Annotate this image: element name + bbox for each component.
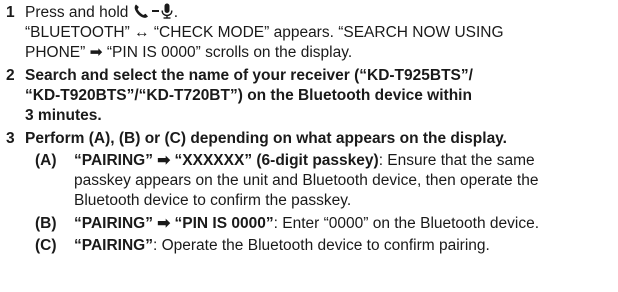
instruction-document: 1 Press and hold . “BLUETOOTH” ↔ “CHECK … (0, 0, 618, 292)
step-number: 3 (6, 130, 15, 147)
substep-text: : Ensure that the same (378, 152, 535, 169)
step-line: “BLUETOOTH” ↔ “CHECK MODE” appears. “SEA… (25, 24, 504, 41)
substep-label: (C) (35, 237, 57, 254)
step-text: Press and hold (25, 4, 129, 21)
substep-body: “PAIRING”: Operate the Bluetooth device … (74, 236, 618, 256)
substep-body: “PAIRING” ➡ “PIN IS 0000”: Enter “0000” … (74, 214, 618, 234)
step-text: . (173, 4, 179, 21)
substep-body: “PAIRING” ➡ “XXXXXX” (6-digit passkey): … (74, 151, 618, 211)
substep-line: Bluetooth device to confirm the passkey. (74, 192, 352, 209)
step-body: Press and hold . “BLUETOOTH” ↔ “CHECK MO… (25, 3, 615, 63)
step-body: Search and select the name of your recei… (25, 66, 615, 126)
substep-heading: “PAIRING” ➡ “PIN IS 0000” (74, 215, 274, 232)
microphone-icon (161, 3, 173, 19)
substep-line: “PAIRING” ➡ “XXXXXX” (6-digit passkey): … (74, 151, 618, 171)
step-line: PHONE” ➡ “PIN IS 0000” scrolls on the di… (25, 44, 353, 61)
substep-heading: “PAIRING” (74, 237, 153, 254)
substep-text: : Enter “0000” on the Bluetooth device. (273, 215, 540, 232)
substep-label: (A) (35, 152, 57, 169)
substep-line: “PAIRING” ➡ “PIN IS 0000”: Enter “0000” … (74, 214, 618, 234)
substep-heading: “PAIRING” ➡ “XXXXXX” (6-digit passkey) (74, 152, 379, 169)
substep-line: “PAIRING”: Operate the Bluetooth device … (74, 236, 618, 256)
step-line: Press and hold . (25, 3, 615, 23)
step-body: Perform (A), (B) or (C) depending on wha… (25, 129, 615, 149)
substep-line: passkey appears on the unit and Bluetoot… (74, 172, 539, 189)
step-number: 1 (6, 4, 15, 21)
phone-icon (134, 4, 148, 18)
step-line: Perform (A), (B) or (C) depending on wha… (25, 130, 507, 147)
step-number: 2 (6, 67, 15, 84)
step-line: Search and select the name of your recei… (25, 67, 473, 84)
substep-text: : Operate the Bluetooth device to confir… (152, 237, 490, 254)
substep-label: (B) (35, 215, 57, 232)
step-line: “KD-T920BTS”/“KD-T720BT”) on the Bluetoo… (25, 87, 472, 104)
step-line: 3 minutes. (25, 107, 102, 124)
minus-icon (151, 10, 159, 12)
